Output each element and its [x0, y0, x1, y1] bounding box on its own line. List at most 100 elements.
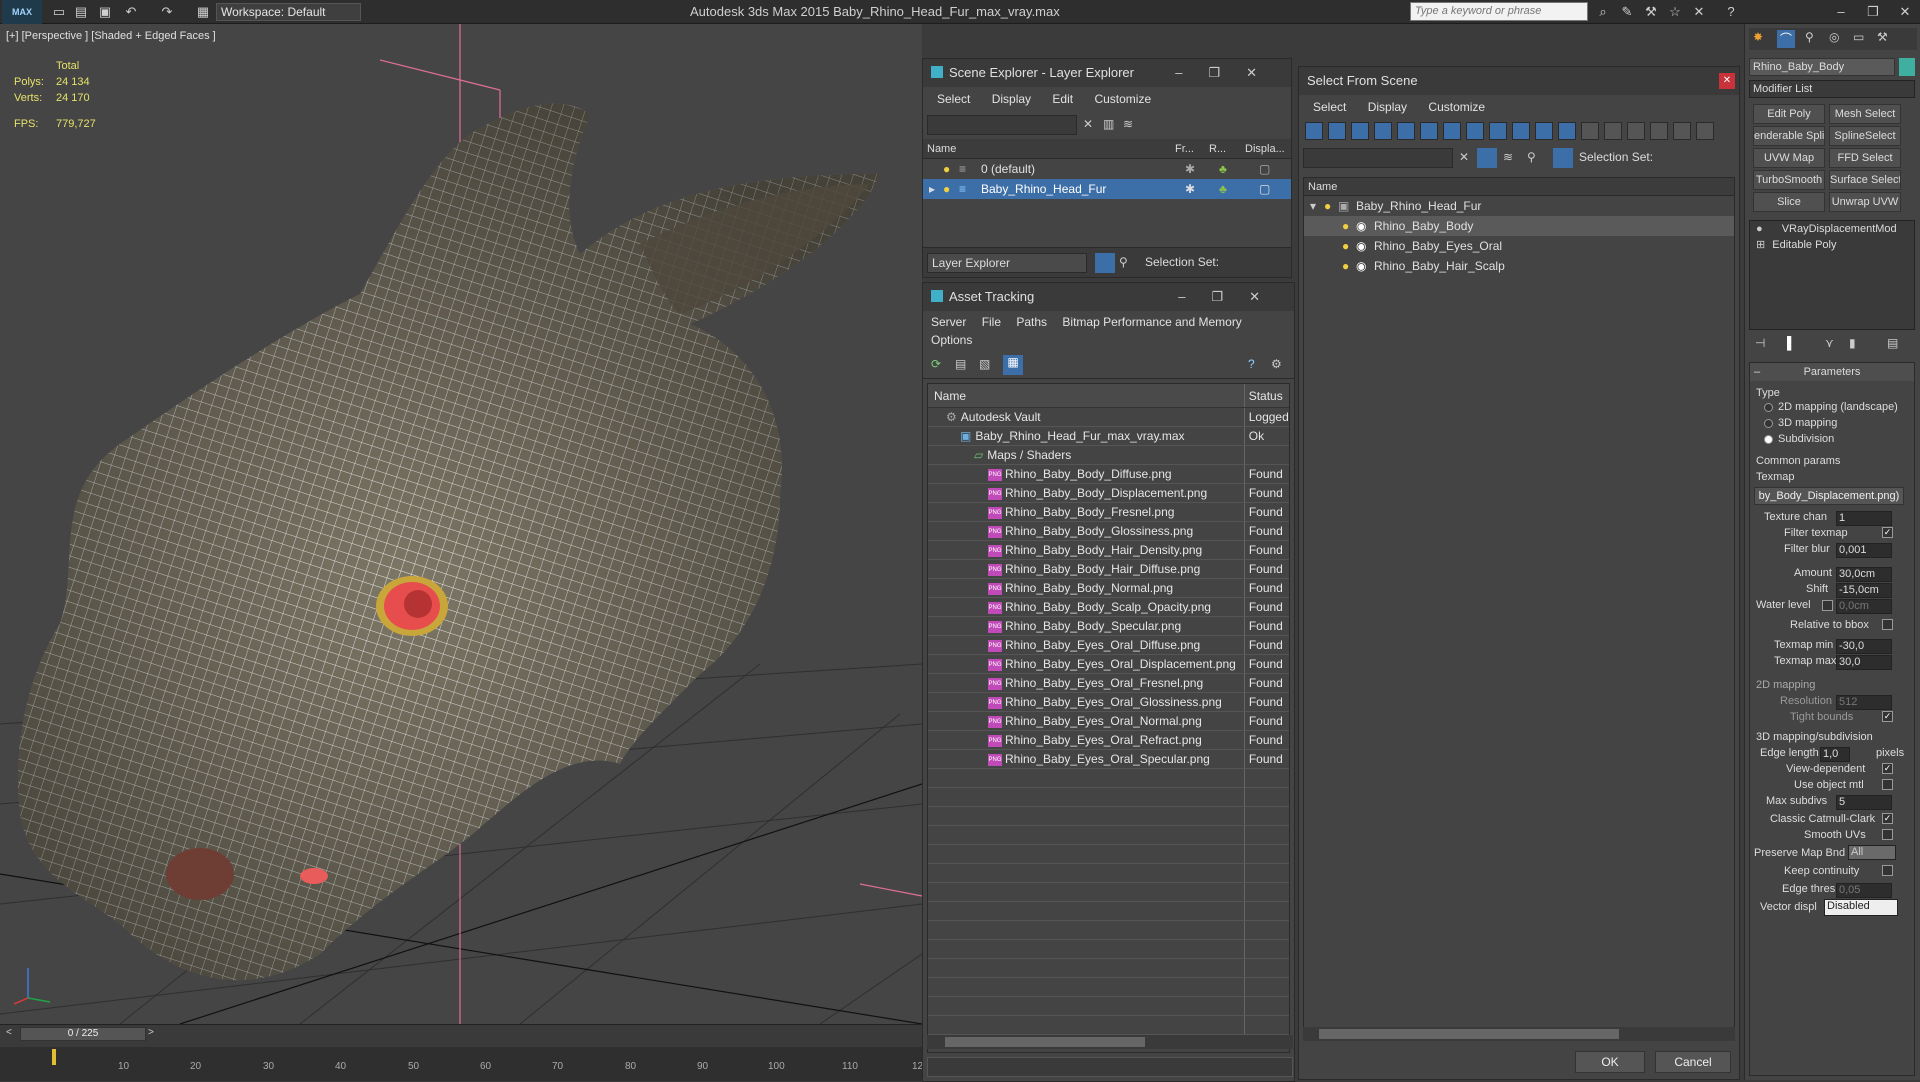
- filter-select-none-icon[interactable]: [1604, 122, 1622, 140]
- asset-row[interactable]: PNG Rhino_Baby_Body_Normal.png Found: [928, 579, 1289, 598]
- asset-row[interactable]: PNG Rhino_Baby_Body_Hair_Diffuse.png Found: [928, 560, 1289, 579]
- filter-lights-icon[interactable]: [1351, 122, 1369, 140]
- layer-row[interactable]: ▸ ● ≡ Baby_Rhino_Head_Fur ✱ ♣ ▢: [923, 179, 1291, 199]
- edit-poly-button[interactable]: Edit Poly: [1753, 104, 1825, 124]
- bulb-icon[interactable]: ●: [943, 159, 950, 179]
- asset-row[interactable]: PNG Rhino_Baby_Body_Scalp_Opacity.png Foun…: [928, 598, 1289, 617]
- time-next-icon[interactable]: >: [148, 1027, 154, 1038]
- filter-icon[interactable]: ▥: [1103, 117, 1114, 131]
- freeze-icon[interactable]: ✱: [1185, 159, 1195, 179]
- new-file-icon[interactable]: ▭: [50, 3, 68, 21]
- asset-row[interactable]: PNG Rhino_Baby_Body_Specular.png Found: [928, 617, 1289, 636]
- tree-node[interactable]: ● ◉ Rhino_Baby_Hair_Scalp: [1304, 256, 1734, 276]
- spline-select-button[interactable]: SplineSelect: [1829, 126, 1901, 146]
- layer-tools-icon[interactable]: ≋: [1123, 117, 1133, 131]
- texture-chan-input[interactable]: 1: [1836, 511, 1892, 526]
- modify-tab-icon[interactable]: ⌒: [1777, 30, 1795, 48]
- col-name[interactable]: Name: [927, 139, 956, 159]
- selection-set-icon[interactable]: [1553, 148, 1573, 168]
- stack-item[interactable]: ● VRayDisplacementMod: [1750, 221, 1914, 237]
- keep-continuity-checkbox[interactable]: [1882, 865, 1893, 876]
- time-slider-thumb[interactable]: 0 / 225: [20, 1027, 146, 1041]
- undo-icon[interactable]: ↶: [122, 3, 140, 21]
- favorites-icon[interactable]: ☆: [1666, 3, 1684, 21]
- filter-shapes-icon[interactable]: [1328, 122, 1346, 140]
- asset-row[interactable]: PNG Rhino_Baby_Eyes_Oral_Glossiness.png Fo…: [928, 693, 1289, 712]
- bulb-icon[interactable]: ●: [1342, 256, 1349, 276]
- filter-invert-icon[interactable]: [1627, 122, 1645, 140]
- viewport-label[interactable]: [+] [Perspective ] [Shaded + Edged Faces…: [6, 30, 216, 42]
- clear-filter-icon[interactable]: ✕: [1083, 117, 1093, 131]
- filter-geometry-icon[interactable]: [1305, 122, 1323, 140]
- horizontal-scrollbar[interactable]: [1303, 1027, 1735, 1041]
- texmap-button[interactable]: by_Body_Displacement.png): [1754, 487, 1904, 505]
- filter-space-warps-icon[interactable]: [1420, 122, 1438, 140]
- layer-tools-icon[interactable]: ≋: [1503, 150, 1513, 164]
- asset-tracking-titlebar[interactable]: Asset Tracking –❐✕: [923, 283, 1294, 311]
- collapse-icon[interactable]: ▾: [1310, 196, 1316, 216]
- save-icon[interactable]: ▣: [96, 3, 114, 21]
- display-tab-icon[interactable]: ▭: [1853, 30, 1864, 44]
- hierarchy-icon[interactable]: ⚲: [1527, 150, 1536, 164]
- texmap-min-input[interactable]: -30,0: [1836, 639, 1892, 654]
- menu-bitmap-performance[interactable]: Bitmap Performance and Memory: [1062, 315, 1241, 329]
- stack-item[interactable]: ⊞ Editable Poly: [1750, 237, 1914, 253]
- filter-blur-input[interactable]: 0,001: [1836, 543, 1892, 558]
- menu-display[interactable]: Display: [1368, 100, 1407, 114]
- filter-hidden-icon[interactable]: [1558, 122, 1576, 140]
- search-input[interactable]: Type a keyword or phrase: [1410, 2, 1588, 21]
- close-icon[interactable]: ✕: [1896, 3, 1914, 21]
- display-icon[interactable]: ▢: [1259, 179, 1270, 199]
- surface-select-button[interactable]: Surface Select: [1829, 170, 1901, 190]
- render-icon[interactable]: ♣: [1219, 159, 1227, 179]
- filter-xrefs-icon[interactable]: [1466, 122, 1484, 140]
- time-slider[interactable]: < 0 / 225 > 10 20 30 40 50 60 70 80 90 1…: [0, 1024, 923, 1081]
- col-frozen[interactable]: Fr...: [1175, 139, 1194, 159]
- open-file-icon[interactable]: ▤: [72, 3, 90, 21]
- menu-paths[interactable]: Paths: [1016, 315, 1047, 329]
- preserve-map-bnd-dropdown[interactable]: All: [1848, 845, 1896, 860]
- display-icon[interactable]: ▢: [1259, 159, 1270, 179]
- filter-columns-icon[interactable]: [1696, 122, 1714, 140]
- type-radio-2d[interactable]: [1764, 403, 1773, 412]
- col-display[interactable]: Displa...: [1245, 139, 1285, 159]
- ok-button[interactable]: OK: [1575, 1051, 1645, 1073]
- tree-node[interactable]: ▾ ● ▣ Baby_Rhino_Head_Fur: [1304, 196, 1734, 216]
- asset-row[interactable]: PNG Rhino_Baby_Eyes_Oral_Specular.png Foun…: [928, 750, 1289, 769]
- relative-bbox-checkbox[interactable]: [1882, 619, 1893, 630]
- tree-node[interactable]: ● ◉ Rhino_Baby_Eyes_Oral: [1304, 236, 1734, 256]
- asset-row[interactable]: PNG Rhino_Baby_Body_Fresnel.png Found: [928, 503, 1289, 522]
- filter-input[interactable]: [1303, 148, 1453, 168]
- menu-select[interactable]: Select: [937, 92, 970, 106]
- render-icon[interactable]: ♣: [1219, 179, 1227, 199]
- asset-row[interactable]: PNG Rhino_Baby_Body_Hair_Density.png Found: [928, 541, 1289, 560]
- window-controls[interactable]: –❐✕: [1178, 283, 1286, 311]
- modifier-list-dropdown[interactable]: Modifier List: [1749, 80, 1915, 98]
- edge-thresh-input[interactable]: 0,05: [1836, 883, 1892, 898]
- cancel-button[interactable]: Cancel: [1655, 1051, 1731, 1073]
- table-view-icon[interactable]: ▦: [1003, 355, 1023, 375]
- horizontal-scrollbar[interactable]: [927, 1035, 1293, 1049]
- asset-row[interactable]: PNG Rhino_Baby_Eyes_Oral_Diffuse.png Found: [928, 636, 1289, 655]
- bulb-icon[interactable]: ●: [1756, 223, 1763, 235]
- tools-icon[interactable]: ✎: [1618, 3, 1636, 21]
- menu-display[interactable]: Display: [992, 92, 1031, 106]
- refresh-icon[interactable]: ⟳: [931, 357, 941, 371]
- hierarchy-tab-icon[interactable]: ⚲: [1805, 30, 1814, 44]
- menu-options[interactable]: Options: [931, 331, 1286, 349]
- asset-row[interactable]: PNG Rhino_Baby_Eyes_Oral_Displacement.png…: [928, 655, 1289, 674]
- tight-bounds-checkbox[interactable]: ✓: [1882, 711, 1893, 722]
- restore-icon[interactable]: ❐: [1864, 3, 1882, 21]
- make-unique-icon[interactable]: ⋎: [1825, 336, 1834, 350]
- water-level-input[interactable]: 0,0cm: [1836, 599, 1892, 614]
- explorer-type-dropdown[interactable]: Layer Explorer: [927, 253, 1087, 273]
- asset-row[interactable]: PNG Rhino_Baby_Body_Glossiness.png Found: [928, 522, 1289, 541]
- use-object-mtl-checkbox[interactable]: [1882, 779, 1893, 790]
- bulb-icon[interactable]: ●: [1342, 216, 1349, 236]
- asset-row[interactable]: ▱ Maps / Shaders: [928, 446, 1289, 465]
- list-icon[interactable]: ▤: [955, 357, 966, 371]
- exchange-icon[interactable]: ✕: [1690, 3, 1708, 21]
- filter-frozen-icon[interactable]: [1535, 122, 1553, 140]
- asset-row[interactable]: PNG Rhino_Baby_Body_Displacement.png Found: [928, 484, 1289, 503]
- slice-button[interactable]: Slice: [1753, 192, 1825, 212]
